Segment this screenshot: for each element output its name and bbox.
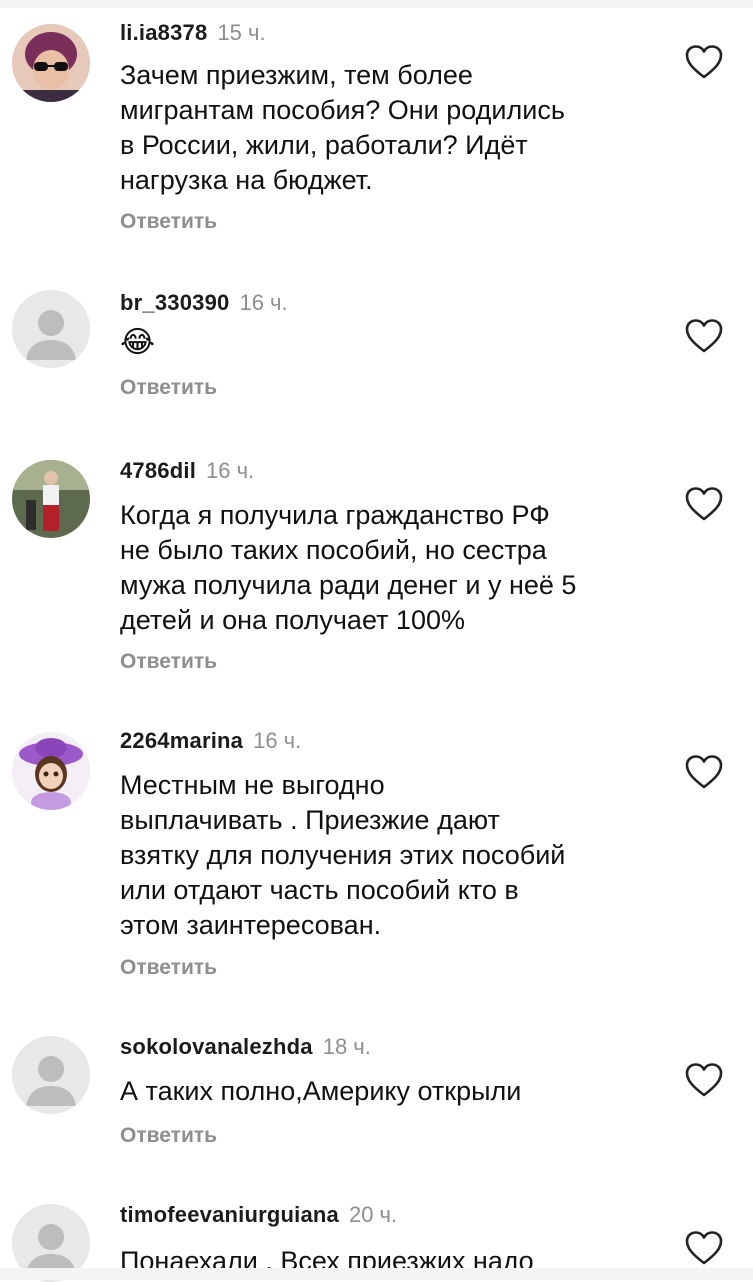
person-silhouette-icon: [12, 1036, 90, 1114]
heart-outline-icon: [685, 45, 723, 79]
user-photo-icon: [12, 24, 90, 102]
reply-button[interactable]: Ответить: [120, 648, 217, 676]
like-button[interactable]: [684, 44, 724, 80]
comment-line: этом заинтересован.: [120, 910, 382, 940]
laughing-emoji: 😂: [120, 326, 156, 359]
comment-line: Когда я получила гражданство РФ: [120, 500, 550, 530]
comment-text: 😂: [120, 326, 650, 360]
reply-button[interactable]: Ответить: [120, 374, 217, 402]
comment-line: взятку для получения этих пособий: [120, 840, 566, 870]
username[interactable]: timofeevaniurguiana: [120, 1202, 339, 1227]
reply-button[interactable]: Ответить: [120, 208, 217, 236]
heart-outline-icon: [685, 319, 723, 353]
comment-line: нагрузка на бюджет.: [120, 165, 373, 195]
username[interactable]: br_330390: [120, 290, 229, 315]
avatar[interactable]: [12, 290, 90, 368]
reply-button[interactable]: Ответить: [120, 954, 217, 982]
avatar[interactable]: [12, 732, 90, 810]
timestamp: 15 ч.: [217, 20, 266, 45]
comment-text: А таких полно,Америку открыли: [120, 1074, 650, 1109]
timestamp: 16 ч.: [239, 290, 288, 315]
comment-meta: br_330390 16 ч.: [120, 288, 288, 318]
comment-meta: timofeevaniurguiana 20 ч.: [120, 1200, 397, 1230]
like-button[interactable]: [684, 486, 724, 522]
comment-line: А таких полно,Америку открыли: [120, 1076, 522, 1106]
heart-outline-icon: [685, 1231, 723, 1265]
timestamp: 18 ч.: [322, 1034, 371, 1059]
avatar[interactable]: [12, 24, 90, 102]
comment-line: не было таких пособий, но сестра: [120, 535, 547, 565]
user-photo-icon: [12, 460, 90, 538]
comment-line: мигрантам пособия? Они родились: [120, 95, 565, 125]
person-silhouette-icon: [12, 290, 90, 368]
username[interactable]: 4786dil: [120, 458, 196, 483]
like-button[interactable]: [684, 1230, 724, 1266]
comment-text: Зачем приезжим, тем более мигрантам посо…: [120, 58, 650, 198]
comment-text: Местным не выгодно выплачивать . Приезжи…: [120, 768, 650, 943]
reply-button[interactable]: Ответить: [120, 1122, 217, 1150]
heart-outline-icon: [685, 1063, 723, 1097]
heart-outline-icon: [685, 755, 723, 789]
bottom-edge: [0, 1268, 753, 1280]
comment-line: Местным не выгодно: [120, 770, 385, 800]
like-button[interactable]: [684, 1062, 724, 1098]
avatar[interactable]: [12, 460, 90, 538]
comment-line: детей и она получает 100%: [120, 605, 465, 635]
like-button[interactable]: [684, 318, 724, 354]
username[interactable]: li.ia8378: [120, 20, 207, 45]
avatar[interactable]: [12, 1036, 90, 1114]
timestamp: 16 ч.: [206, 458, 255, 483]
cartoon-avatar-icon: [12, 732, 90, 810]
top-divider: [0, 0, 753, 8]
comment-line: мужа получила ради денег и у неё 5: [120, 570, 577, 600]
comment-line: выплачивать . Приезжие дают: [120, 805, 500, 835]
comment-meta: 4786dil 16 ч.: [120, 456, 254, 486]
comment-meta: li.ia8378 15 ч.: [120, 18, 266, 48]
timestamp: 20 ч.: [348, 1202, 398, 1227]
comment-text: Когда я получила гражданство РФ не было …: [120, 498, 650, 638]
timestamp: 16 ч.: [253, 728, 302, 753]
like-button[interactable]: [684, 754, 724, 790]
username[interactable]: sokolovanalezhda: [120, 1034, 313, 1059]
comment-meta: sokolovanalezhda 18 ч.: [120, 1032, 371, 1062]
username[interactable]: 2264marina: [120, 728, 243, 753]
comment-line: или отдают часть пособий кто в: [120, 875, 519, 905]
heart-outline-icon: [685, 487, 723, 521]
comment-line: Зачем приезжим, тем более: [120, 60, 473, 90]
comment-meta: 2264marina 16 ч.: [120, 726, 301, 756]
comment-line: в России, жили, работали? Идёт: [120, 130, 528, 160]
